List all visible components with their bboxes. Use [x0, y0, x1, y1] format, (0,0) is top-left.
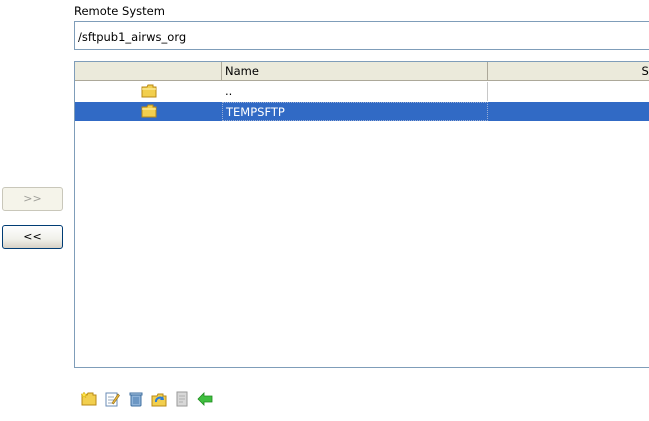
upload-button[interactable]: >> [2, 187, 63, 211]
column-header-icon[interactable] [75, 62, 222, 81]
properties-icon[interactable] [174, 391, 190, 407]
rename-icon[interactable] [104, 391, 120, 407]
file-name: TEMPSFTP [222, 102, 488, 121]
folder-icon [141, 104, 157, 118]
refresh-icon[interactable] [151, 391, 167, 407]
remote-system-label: Remote System [74, 4, 165, 18]
file-name: .. [222, 82, 488, 101]
table-header: Name Si [75, 62, 649, 81]
column-header-name[interactable]: Name [222, 62, 488, 81]
remote-path-field[interactable]: /sftpub1_airws_org [74, 21, 649, 50]
column-header-size[interactable]: Si [488, 62, 649, 81]
remote-file-table[interactable]: Name Si .. TEMPSFTP [74, 61, 649, 368]
table-row[interactable]: TEMPSFTP [75, 102, 649, 121]
folder-icon [141, 84, 157, 98]
delete-icon[interactable] [128, 391, 144, 407]
back-icon[interactable] [197, 391, 213, 407]
new-folder-icon[interactable] [81, 391, 97, 407]
table-row[interactable]: .. [75, 82, 649, 101]
download-button[interactable]: << [2, 225, 63, 249]
